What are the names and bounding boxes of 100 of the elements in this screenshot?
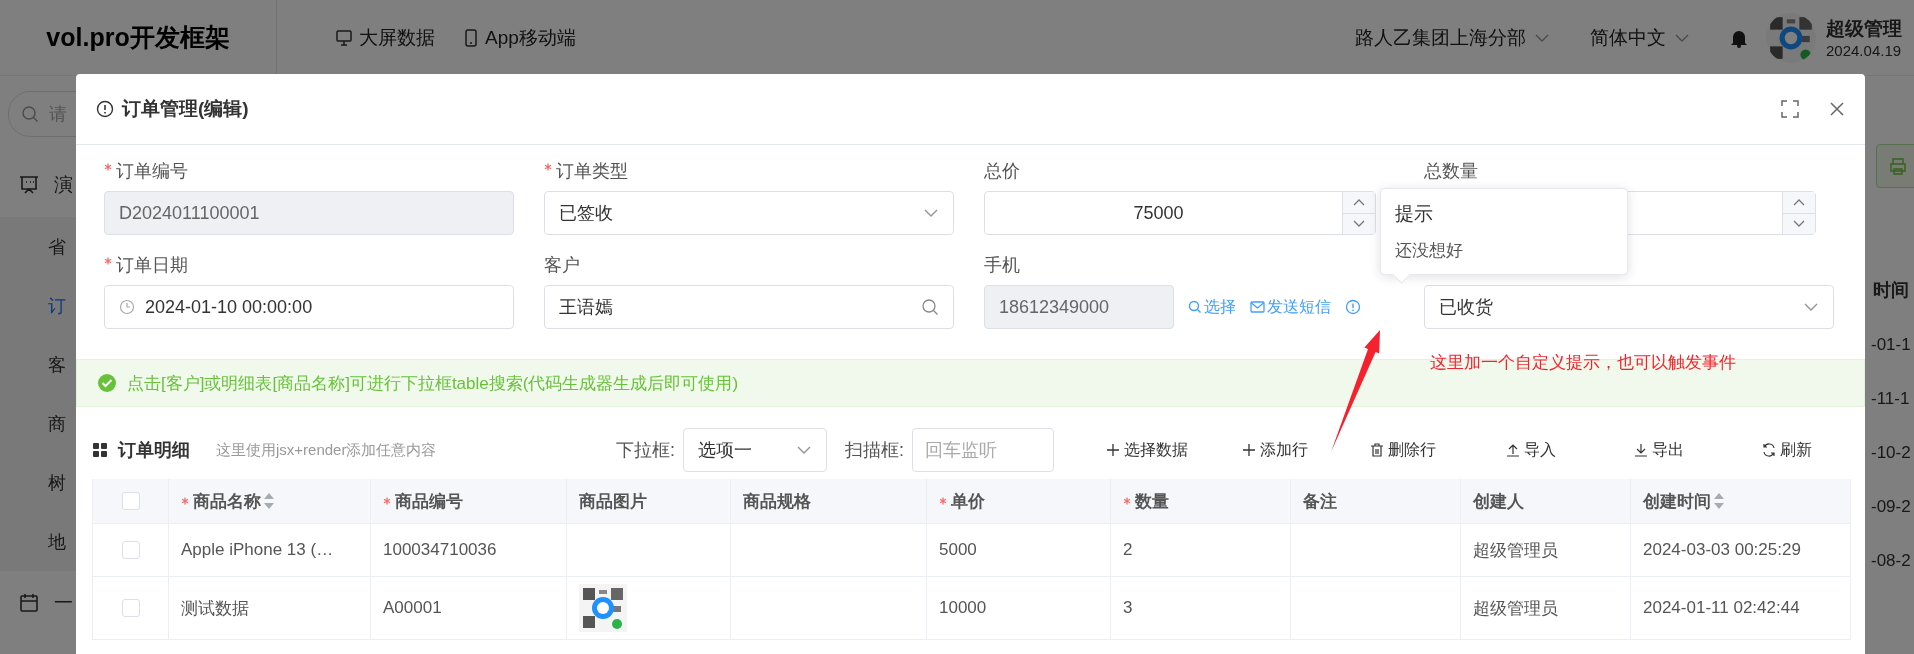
date-field[interactable]: 2024-01-10 00:00:00 [104, 285, 514, 329]
column-header: 单价 [951, 490, 985, 513]
logo: vol.pro开发框架 [46, 22, 230, 53]
dialog-title: 订单管理(编辑) [122, 97, 249, 121]
input-field[interactable]: 回车监听 [912, 428, 1054, 472]
toolbar-button[interactable]: 导出 [1594, 439, 1722, 461]
select-field[interactable]: 已收货 [1424, 285, 1834, 329]
required-icon [181, 497, 189, 505]
download-icon [1632, 442, 1649, 458]
search-icon [1188, 300, 1202, 314]
menu-group[interactable]: 演 [54, 172, 73, 198]
nav-link[interactable]: 大屏数据 [335, 24, 435, 51]
required-icon [383, 497, 391, 505]
presentation-icon [18, 174, 40, 196]
phone-icon [463, 28, 479, 47]
select-field[interactable]: 选项一 [683, 428, 827, 472]
check-circle-icon [97, 373, 117, 393]
chevron-down-icon [1803, 302, 1819, 312]
mail-icon [1250, 300, 1265, 314]
alert-text: 点击[客户]或明细表[商品名称]可进行下拉框table搜索(代码生成器生成后即可使用) [127, 372, 739, 395]
upload-icon [1504, 442, 1521, 458]
tooltip-text: 还没想好 [1395, 240, 1464, 262]
table-cell: 100034710036 [371, 524, 567, 577]
sort-icon[interactable] [1713, 492, 1725, 510]
toolbar-button[interactable]: 删除行 [1338, 439, 1466, 461]
field-label: 订单日期 [116, 254, 188, 277]
search-icon [21, 105, 39, 123]
increment-icon[interactable] [1353, 198, 1365, 207]
sort-icon[interactable] [263, 492, 275, 510]
refresh-icon [1760, 442, 1777, 458]
required-icon [1123, 497, 1131, 505]
column-header: 商品名称 [193, 490, 261, 513]
trash-icon [1368, 442, 1385, 458]
increment-icon[interactable] [1793, 198, 1805, 207]
table-cell: Apple iPhone 13 (… [169, 524, 371, 577]
table-cell-text: -09-2 [1871, 496, 1911, 518]
table-cell: 超级管理员 [1461, 524, 1631, 577]
field-label: 扫描框: [845, 439, 904, 462]
menu-group[interactable]: 一 [54, 590, 73, 616]
field-label: 下拉框: [615, 439, 675, 462]
org-dropdown[interactable]: 路人乙集团上海分部 [1355, 24, 1550, 51]
decrement-icon[interactable] [1793, 219, 1805, 228]
login-date: 2024.04.19 [1826, 42, 1903, 59]
nav-link[interactable]: App移动端 [463, 24, 576, 51]
chevron-down-icon [923, 208, 939, 218]
table-cell: 3 [1111, 577, 1291, 640]
table-cell-text: -01-1 [1871, 334, 1911, 356]
column-header: 时间 [1873, 279, 1909, 302]
table-cell-text: -11-1 [1871, 388, 1910, 410]
grid-icon [92, 442, 108, 458]
field-label: 手机 [984, 254, 1020, 277]
info-icon [96, 100, 114, 118]
checkbox[interactable] [121, 492, 140, 510]
hint-text: 这里使用jsx+render添加任意内容 [216, 440, 437, 460]
close-icon[interactable] [1829, 101, 1845, 117]
section-title: 订单明细 [118, 439, 190, 462]
checkbox[interactable] [121, 599, 140, 617]
table-cell: 10000 [927, 577, 1111, 640]
column-header: 商品规格 [743, 490, 811, 513]
table-cell: 超级管理员 [1461, 577, 1631, 640]
chevron-down-icon [1534, 32, 1550, 43]
toolbar-button[interactable]: 刷新 [1722, 439, 1850, 461]
toolbar-button[interactable]: 导入 [1466, 439, 1594, 461]
required-icon [939, 497, 947, 505]
fullscreen-icon[interactable] [1781, 100, 1799, 118]
column-header: 数量 [1135, 490, 1169, 513]
table-cell: 2024-01-11 02:42:44 [1631, 577, 1851, 640]
annotation-text: 这里加一个自定义提示，也可以触发事件 [1430, 352, 1736, 374]
language-dropdown[interactable]: 简体中文 [1590, 24, 1690, 51]
select-field[interactable]: 已签收 [544, 191, 954, 235]
required-icon [104, 257, 112, 265]
toolbar-button[interactable]: 选择数据 [1082, 439, 1210, 461]
field-label: 总数量 [1424, 160, 1478, 183]
table-cell: 测试数据 [169, 577, 371, 640]
field-label: 客户 [544, 254, 580, 277]
field-label: 订单类型 [556, 160, 628, 183]
decrement-icon[interactable] [1353, 219, 1365, 228]
checkbox[interactable] [121, 541, 140, 559]
input-field[interactable]: 王语嫣 [544, 285, 954, 329]
plus-icon [1104, 442, 1121, 458]
plus-icon [1240, 442, 1257, 458]
table-cell-text: -08-2 [1871, 550, 1911, 572]
printer-icon [1889, 157, 1907, 175]
calendar-icon [18, 592, 40, 614]
column-header: 创建人 [1473, 490, 1524, 513]
chevron-down-icon [796, 445, 812, 455]
tooltip-title: 提示 [1395, 202, 1434, 226]
table-cell: A00001 [371, 577, 567, 640]
table-cell: 2 [1111, 524, 1291, 577]
clock-icon [119, 299, 135, 315]
table-cell-text: -10-2 [1871, 442, 1911, 464]
table-cell: 5000 [927, 524, 1111, 577]
column-header: 商品图片 [579, 490, 647, 513]
required-icon [104, 163, 112, 171]
column-header: 商品编号 [395, 490, 463, 513]
field-label: 订单编号 [116, 160, 188, 183]
number-field[interactable]: 75000 [984, 191, 1376, 235]
chevron-down-icon [1674, 32, 1690, 43]
field-label: 总价 [984, 160, 1020, 183]
toolbar-button[interactable]: 添加行 [1210, 439, 1338, 461]
